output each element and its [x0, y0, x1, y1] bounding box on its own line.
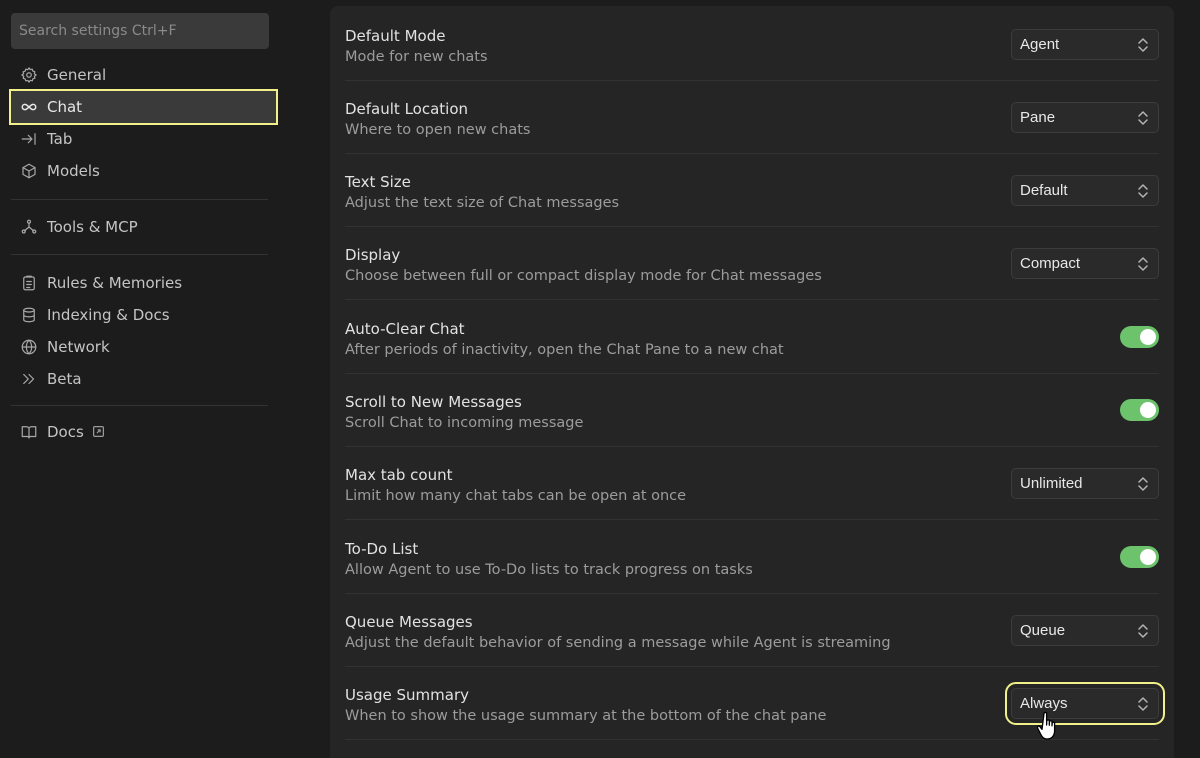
cube-icon	[19, 161, 39, 181]
sidebar-item-docs[interactable]: Docs	[11, 416, 276, 448]
setting-title: Scroll to New Messages	[345, 393, 522, 411]
text-size-select[interactable]: Default	[1011, 175, 1159, 206]
setting-title: Display	[345, 246, 401, 264]
sidebar-divider	[11, 199, 268, 200]
chevron-updown-icon	[1137, 183, 1149, 199]
chevron-updown-icon	[1137, 37, 1149, 53]
chevron-updown-icon	[1137, 256, 1149, 272]
sidebar-item-label: Beta	[47, 370, 82, 388]
scroll-to-new-messages-toggle[interactable]	[1120, 399, 1159, 421]
toggle-knob	[1140, 329, 1156, 345]
setting-row-auto-clear-chat: Auto-Clear Chat After periods of inactiv…	[345, 301, 1159, 374]
default-mode-select[interactable]: Agent	[1011, 29, 1159, 60]
usage-summary-select[interactable]: Always	[1005, 682, 1165, 725]
setting-title: Default Mode	[345, 27, 446, 45]
setting-row-queue-messages: Queue Messages Adjust the default behavi…	[345, 594, 1159, 667]
setting-title: Queue Messages	[345, 613, 473, 631]
sidebar: General Chat Tab Models Tools & MC	[0, 0, 286, 758]
select-value: Default	[1020, 182, 1068, 199]
clipboard-icon	[19, 273, 39, 293]
auto-clear-chat-toggle[interactable]	[1120, 326, 1159, 348]
sidebar-item-label: Docs	[47, 423, 84, 441]
settings-window: General Chat Tab Models Tools & MC	[0, 0, 1200, 758]
sidebar-item-models[interactable]: Models	[11, 155, 276, 187]
setting-description: When to show the usage summary at the bo…	[345, 708, 827, 724]
external-link-icon	[92, 425, 106, 439]
chevron-updown-icon	[1137, 696, 1149, 712]
setting-title: Auto-Clear Chat	[345, 320, 465, 338]
setting-description: Adjust the default behavior of sending a…	[345, 635, 891, 651]
sidebar-item-chat[interactable]: Chat	[9, 89, 278, 125]
sidebar-item-network[interactable]: Network	[11, 331, 276, 363]
toggle-knob	[1140, 549, 1156, 565]
book-icon	[19, 422, 39, 442]
setting-description: Mode for new chats	[345, 49, 488, 65]
setting-title: Max tab count	[345, 466, 453, 484]
sidebar-item-label: Chat	[47, 98, 83, 116]
chevron-updown-icon	[1137, 623, 1149, 639]
sidebar-item-label: Tab	[47, 130, 73, 148]
setting-description: Limit how many chat tabs can be open at …	[345, 488, 687, 504]
sidebar-item-label: Indexing & Docs	[47, 306, 170, 324]
default-location-select[interactable]: Pane	[1011, 102, 1159, 133]
sidebar-divider	[11, 405, 268, 406]
max-tab-count-select[interactable]: Unlimited	[1011, 468, 1159, 499]
sidebar-item-beta[interactable]: Beta	[11, 363, 276, 395]
setting-description: Allow Agent to use To-Do lists to track …	[345, 562, 753, 578]
todo-list-toggle[interactable]	[1120, 546, 1159, 568]
setting-description: Choose between full or compact display m…	[345, 268, 822, 284]
arrow-right-bar-icon	[19, 129, 39, 149]
setting-title: Usage Summary	[345, 686, 469, 704]
database-icon	[19, 305, 39, 325]
setting-row-text-size: Text Size Adjust the text size of Chat m…	[345, 154, 1159, 227]
sidebar-item-label: General	[47, 66, 107, 84]
select-value: Queue	[1020, 622, 1066, 639]
setting-description: Where to open new chats	[345, 122, 531, 138]
search-input[interactable]	[11, 13, 269, 49]
setting-title: Default Location	[345, 100, 469, 118]
sidebar-item-label: Tools & MCP	[47, 218, 138, 236]
setting-row-max-tab-count: Max tab count Limit how many chat tabs c…	[345, 447, 1159, 520]
setting-row-scroll-to-new-messages: Scroll to New Messages Scroll Chat to in…	[345, 374, 1159, 447]
infinity-icon	[19, 97, 39, 117]
sidebar-item-label: Rules & Memories	[47, 274, 183, 292]
gear-icon	[19, 65, 39, 85]
sidebar-item-general[interactable]: General	[11, 59, 276, 91]
queue-messages-select[interactable]: Queue	[1011, 615, 1159, 646]
select-value: Compact	[1020, 255, 1081, 272]
setting-row-display: Display Choose between full or compact d…	[345, 227, 1159, 300]
setting-description: Adjust the text size of Chat messages	[345, 195, 620, 211]
sidebar-item-indexing-docs[interactable]: Indexing & Docs	[11, 299, 276, 331]
chat-settings-panel: Default Mode Mode for new chats Agent De…	[330, 6, 1174, 758]
setting-row-default-mode: Default Mode Mode for new chats Agent	[345, 8, 1159, 81]
select-value: Unlimited	[1020, 475, 1083, 492]
network-nodes-icon	[19, 217, 39, 237]
toggle-knob	[1140, 402, 1156, 418]
setting-row-todo-list: To-Do List Allow Agent to use To-Do list…	[345, 521, 1159, 594]
sidebar-item-rules-memories[interactable]: Rules & Memories	[11, 267, 276, 299]
chevron-updown-icon	[1137, 476, 1149, 492]
display-select[interactable]: Compact	[1011, 248, 1159, 279]
setting-description: After periods of inactivity, open the Ch…	[345, 342, 784, 358]
select-value: Agent	[1020, 36, 1060, 53]
setting-row-default-location: Default Location Where to open new chats…	[345, 81, 1159, 154]
sidebar-divider	[11, 254, 268, 255]
double-chevron-right-icon	[19, 369, 39, 389]
setting-title: To-Do List	[345, 540, 419, 558]
sidebar-item-label: Models	[47, 162, 100, 180]
hand-pointer-cursor-icon	[1036, 710, 1062, 744]
sidebar-item-tools-mcp[interactable]: Tools & MCP	[11, 211, 276, 243]
globe-icon	[19, 337, 39, 357]
setting-description: Scroll Chat to incoming message	[345, 415, 584, 431]
chevron-updown-icon	[1137, 110, 1149, 126]
sidebar-item-label: Network	[47, 338, 110, 356]
select-value: Pane	[1020, 109, 1056, 126]
sidebar-item-tab[interactable]: Tab	[11, 123, 276, 155]
setting-title: Text Size	[345, 173, 411, 191]
